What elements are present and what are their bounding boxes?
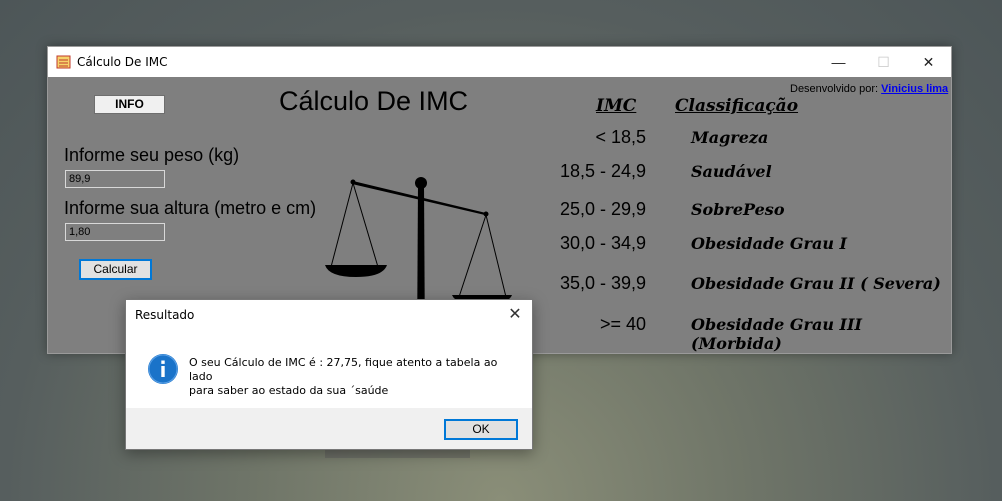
imc-range-4: 30,0 - 34,9 <box>559 233 646 253</box>
dialog-title: Resultado <box>135 308 195 322</box>
imc-range-5: 35,0 - 39,9 <box>559 273 646 293</box>
class-3: SobrePeso <box>691 200 785 219</box>
altura-input[interactable]: 1,80 <box>65 223 165 241</box>
class-5: Obesidade Grau II ( Severa) <box>691 274 941 293</box>
background-shadow <box>325 450 470 458</box>
imc-range-2: 18,5 - 24,9 <box>559 161 646 181</box>
maximize-button[interactable]: ☐ <box>861 47 906 77</box>
developer-credit: Desenvolvido por: Vinicius lima <box>790 83 948 95</box>
app-icon <box>56 55 71 69</box>
window-title: Cálculo De IMC <box>77 55 168 69</box>
altura-label: Informe sua altura (metro e cm) <box>64 198 317 218</box>
class-4: Obesidade Grau I <box>691 234 848 253</box>
info-button[interactable]: INFO <box>94 95 165 114</box>
dialog-message-line2: para saber ao estado da sua ´saúde <box>189 384 389 397</box>
calcular-button[interactable]: Calcular <box>79 259 152 280</box>
class-2: Saudável <box>691 162 772 181</box>
result-dialog: Resultado ✕ O seu Cálculo de IMC é : 27,… <box>125 299 533 450</box>
close-button[interactable]: ✕ <box>906 47 951 77</box>
class-1: Magreza <box>691 128 769 147</box>
imc-range-3: 25,0 - 29,9 <box>559 199 646 219</box>
title-bar[interactable]: Cálculo De IMC — ☐ ✕ <box>48 47 951 77</box>
class-6: Obesidade Grau III (Morbida) <box>691 315 862 353</box>
app-heading: Cálculo De IMC <box>279 86 469 116</box>
developer-label: Desenvolvido por: <box>790 83 879 95</box>
dialog-close-button[interactable]: ✕ <box>501 302 529 328</box>
info-icon <box>147 353 179 385</box>
dialog-message: O seu Cálculo de IMC é : 27,75, fique at… <box>189 356 519 398</box>
dialog-footer: OK <box>126 408 532 449</box>
developer-link[interactable]: Vinicius lima <box>881 83 948 95</box>
peso-input[interactable]: 89,9 <box>65 170 165 188</box>
ok-button[interactable]: OK <box>444 419 518 440</box>
table-header-classificacao: Classificação <box>675 96 799 116</box>
table-header-imc: IMC <box>596 96 637 116</box>
dialog-message-line1: O seu Cálculo de IMC é : 27,75, fique at… <box>189 356 498 383</box>
peso-label: Informe seu peso (kg) <box>64 145 240 165</box>
minimize-button[interactable]: — <box>816 47 861 77</box>
imc-range-1: < 18,5 <box>595 127 646 147</box>
